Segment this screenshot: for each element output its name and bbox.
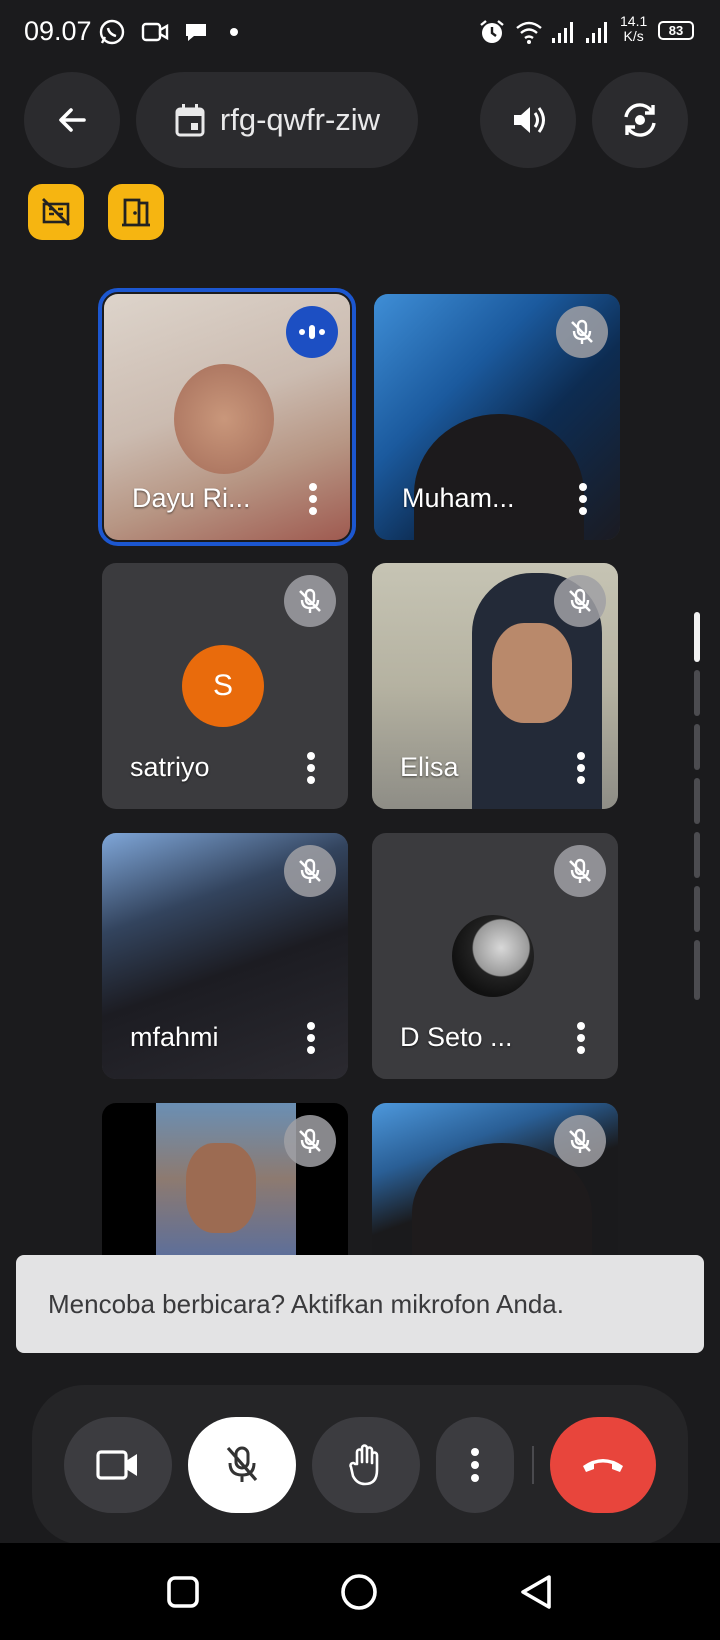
more-options-icon[interactable] bbox=[308, 482, 318, 516]
meeting-code-button[interactable]: rfg-qwfr-ziw bbox=[136, 72, 418, 168]
mic-off-icon bbox=[571, 319, 593, 344]
mic-muted-badge bbox=[284, 575, 336, 627]
avatar: S bbox=[182, 645, 264, 727]
room-badge[interactable] bbox=[108, 184, 164, 240]
mic-muted-badge bbox=[554, 575, 606, 627]
participant-video bbox=[174, 364, 274, 474]
mic-off-icon bbox=[569, 858, 591, 883]
room-icon bbox=[122, 198, 150, 227]
mic-muted-badge bbox=[284, 845, 336, 897]
microphone-button[interactable] bbox=[188, 1417, 296, 1513]
scrollbar-track bbox=[694, 778, 700, 824]
mic-off-icon bbox=[299, 858, 321, 883]
raise-hand-icon bbox=[349, 1444, 379, 1486]
chat-icon bbox=[186, 24, 206, 41]
mic-off-icon bbox=[299, 1128, 321, 1153]
wifi-icon bbox=[516, 21, 542, 44]
scrollbar-track bbox=[694, 670, 700, 716]
participant-name: satriyo bbox=[130, 752, 210, 782]
participant-tile[interactable]: S satriyo bbox=[102, 563, 348, 809]
participant-video bbox=[492, 623, 572, 723]
speaker-icon bbox=[514, 107, 545, 133]
raise-hand-button[interactable] bbox=[312, 1417, 420, 1513]
mic-muted-badge bbox=[284, 1115, 336, 1167]
mic-off-icon bbox=[569, 1128, 591, 1153]
recent-apps-icon[interactable] bbox=[166, 1575, 200, 1609]
more-options-icon[interactable] bbox=[306, 751, 316, 785]
audio-output-button[interactable] bbox=[480, 72, 576, 168]
more-options-icon[interactable] bbox=[576, 751, 586, 785]
participant-tile[interactable]: Elisa bbox=[372, 563, 618, 809]
avatar bbox=[452, 915, 534, 997]
participant-name: Dayu Ri... bbox=[132, 483, 251, 513]
no-filter-badge[interactable] bbox=[28, 184, 84, 240]
back-icon[interactable] bbox=[518, 1573, 554, 1611]
scrollbar-track bbox=[694, 886, 700, 932]
participant-tile[interactable]: D Seto ... bbox=[372, 833, 618, 1079]
mic-muted-badge bbox=[554, 845, 606, 897]
mic-off-icon bbox=[569, 588, 591, 613]
back-arrow-icon bbox=[59, 108, 86, 132]
participant-name: D Seto ... bbox=[400, 1022, 513, 1052]
participant-name: Muham... bbox=[402, 483, 515, 513]
mic-muted-badge bbox=[554, 1115, 606, 1167]
end-call-icon bbox=[583, 1459, 623, 1472]
signal-icon bbox=[552, 22, 573, 43]
switch-camera-button[interactable] bbox=[592, 72, 688, 168]
scrollbar-thumb[interactable] bbox=[694, 612, 700, 662]
scrollbar-track bbox=[694, 724, 700, 770]
scrollbar-track bbox=[694, 832, 700, 878]
mic-muted-badge bbox=[556, 306, 608, 358]
more-options-icon[interactable] bbox=[576, 1021, 586, 1055]
mic-off-icon bbox=[299, 588, 321, 613]
system-nav-bar bbox=[0, 1543, 720, 1640]
scrollbar-track bbox=[694, 940, 700, 1000]
battery-indicator: 83 bbox=[658, 21, 694, 40]
dot-icon bbox=[230, 28, 238, 36]
clock: 09.07 bbox=[24, 16, 92, 46]
status-bar: 09.07 14.1 K/s 83 bbox=[0, 0, 720, 64]
more-options-icon[interactable] bbox=[578, 482, 588, 516]
participant-tile[interactable] bbox=[372, 1103, 618, 1255]
mic-off-icon bbox=[226, 1446, 258, 1482]
more-icon bbox=[471, 1448, 479, 1482]
more-options-button[interactable] bbox=[436, 1417, 514, 1513]
participant-name: mfahmi bbox=[130, 1022, 219, 1052]
participant-video bbox=[186, 1143, 256, 1233]
home-icon[interactable] bbox=[340, 1573, 378, 1611]
participant-tile[interactable]: Muham... bbox=[374, 294, 620, 540]
calendar-icon bbox=[175, 104, 205, 137]
whatsapp-icon bbox=[99, 19, 125, 45]
mic-hint-toast: Mencoba berbicara? Aktifkan mikrofon And… bbox=[16, 1255, 704, 1353]
video-icon bbox=[141, 22, 169, 42]
speaking-indicator bbox=[286, 306, 338, 358]
signal-icon bbox=[586, 22, 607, 43]
participant-name: Elisa bbox=[400, 752, 459, 782]
more-options-icon[interactable] bbox=[306, 1021, 316, 1055]
switch-camera-icon bbox=[624, 103, 656, 137]
back-button[interactable] bbox=[24, 72, 120, 168]
divider bbox=[532, 1446, 534, 1484]
participant-tile[interactable]: mfahmi bbox=[102, 833, 348, 1079]
participant-tile[interactable] bbox=[102, 1103, 348, 1255]
camera-button[interactable] bbox=[64, 1417, 172, 1513]
no-filter-icon bbox=[42, 198, 70, 226]
camera-icon bbox=[96, 1450, 137, 1480]
alarm-icon bbox=[480, 20, 504, 43]
participant-tile[interactable]: Dayu Ri... bbox=[98, 288, 356, 546]
meeting-code: rfg-qwfr-ziw bbox=[219, 102, 381, 137]
network-speed: 14.1 K/s bbox=[620, 13, 648, 44]
end-call-button[interactable] bbox=[550, 1417, 656, 1513]
